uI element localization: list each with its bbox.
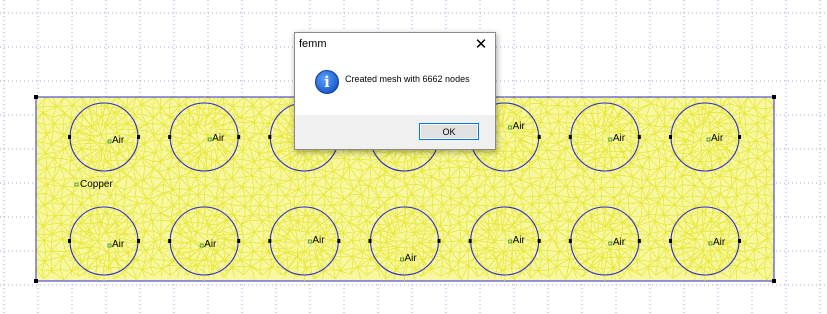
dialog-footer: OK: [295, 115, 495, 149]
air-label: Air: [613, 237, 626, 248]
mesh-info-dialog: femm ✕ i Created mesh with 6662 nodes OK: [294, 32, 496, 150]
dialog-message: Created mesh with 6662 nodes: [345, 74, 470, 84]
corner-node: [772, 279, 776, 283]
corner-node: [34, 95, 38, 99]
corner-node: [772, 95, 776, 99]
air-label: Air: [513, 121, 526, 132]
air-label: Air: [613, 133, 626, 144]
dialog-titlebar: femm ✕: [295, 33, 495, 57]
air-label: Air: [405, 253, 418, 264]
air-label: Air: [513, 235, 526, 246]
ok-button[interactable]: OK: [419, 123, 479, 140]
air-label: Air: [711, 133, 724, 144]
close-icon[interactable]: ✕: [467, 33, 495, 57]
air-label: Air: [312, 235, 325, 246]
air-label: Air: [204, 239, 217, 250]
info-icon: i: [315, 70, 339, 94]
dialog-body: i Created mesh with 6662 nodes: [295, 57, 495, 115]
copper-label: Copper: [80, 179, 113, 190]
air-label: Air: [713, 237, 726, 248]
air-label: Air: [112, 239, 125, 250]
dialog-title: femm: [299, 38, 327, 50]
air-label: Air: [112, 135, 125, 146]
air-label: Air: [212, 133, 225, 144]
corner-node: [34, 279, 38, 283]
